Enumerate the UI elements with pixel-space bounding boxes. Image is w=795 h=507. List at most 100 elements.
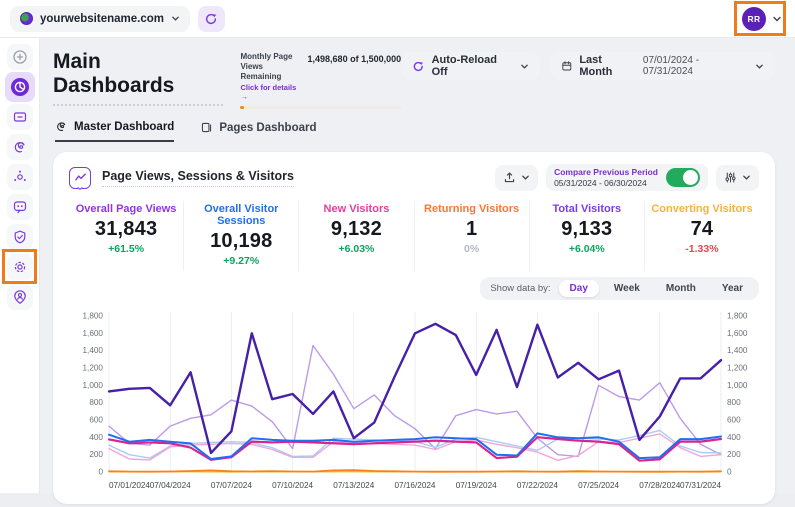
svg-text:1,000: 1,000 [83, 381, 104, 390]
svg-text:07/13/2024: 07/13/2024 [333, 481, 374, 490]
chevron-down-icon [520, 62, 529, 71]
quota-block: Monthly Page Views Remaining Click for d… [240, 52, 401, 109]
svg-text:0: 0 [98, 468, 103, 477]
calendar-icon [561, 60, 573, 72]
quota-progress-bar [240, 106, 401, 109]
spiral-icon [7, 134, 33, 160]
tab-pages-dashboard[interactable]: Pages Dashboard [200, 120, 316, 142]
chevron-down-icon[interactable] [772, 14, 781, 23]
quota-details-link[interactable]: Click for details → [240, 83, 299, 101]
svg-text:800: 800 [727, 398, 741, 407]
svg-text:07/04/2024: 07/04/2024 [150, 481, 191, 490]
svg-text:1,200: 1,200 [727, 364, 748, 373]
granularity-year[interactable]: Year [711, 280, 754, 297]
svg-text:600: 600 [727, 416, 741, 425]
chat-bubble-icon [7, 194, 33, 220]
svg-text:1,600: 1,600 [727, 329, 748, 338]
pages-icon [200, 121, 213, 134]
metric-total-visitors[interactable]: Total Visitors 9,133 +6.04% [529, 201, 644, 271]
export-icon [503, 171, 516, 184]
chevron-down-icon [171, 14, 180, 23]
metric-overall-visitor-sessions[interactable]: Overall Visitor Sessions 10,198 +9.27% [183, 201, 298, 271]
tab-master-dashboard[interactable]: Master Dashboard [55, 120, 174, 142]
svg-text:07/19/2024: 07/19/2024 [456, 481, 497, 490]
chevron-down-icon [521, 173, 530, 182]
compare-label: Compare Previous Period [554, 167, 658, 178]
svg-text:07/16/2024: 07/16/2024 [395, 481, 436, 490]
sliders-icon [724, 171, 737, 184]
quota-progress-fill [240, 106, 243, 109]
svg-text:1,200: 1,200 [83, 364, 104, 373]
sidebar-item-heatmaps[interactable] [0, 162, 40, 192]
quota-label: Monthly Page Views Remaining [240, 52, 299, 82]
dashboard-pie-icon [5, 72, 35, 102]
gear-icon [7, 254, 33, 280]
sidebar-item-security[interactable] [0, 222, 40, 252]
granularity-day[interactable]: Day [559, 280, 599, 297]
sidebar-item-feedback[interactable] [0, 192, 40, 222]
topbar: yourwebsitename.com RR [0, 0, 795, 38]
export-dropdown[interactable] [495, 165, 538, 191]
tab-label: Master Dashboard [74, 121, 174, 133]
svg-text:400: 400 [727, 433, 741, 442]
site-name: yourwebsitename.com [40, 13, 164, 25]
dashboard-tabs: Master Dashboard Pages Dashboard [53, 120, 775, 142]
compare-range: 05/31/2024 - 06/30/2024 [554, 178, 658, 188]
svg-text:07/07/2024: 07/07/2024 [211, 481, 252, 490]
granularity-week[interactable]: Week [603, 280, 651, 297]
chart-settings-dropdown[interactable] [716, 165, 759, 191]
svg-text:400: 400 [89, 433, 103, 442]
sidebar-item-visitors[interactable] [0, 282, 40, 312]
site-selector[interactable]: yourwebsitename.com [10, 6, 190, 32]
open-site-button[interactable] [198, 6, 225, 32]
avatar[interactable]: RR [742, 7, 766, 31]
metric-overall-page-views[interactable]: Overall Page Views 31,843 +61.5% [69, 201, 183, 271]
chevron-down-icon [755, 62, 764, 71]
svg-text:800: 800 [89, 398, 103, 407]
shield-check-icon [7, 224, 33, 250]
svg-text:07/01/2024: 07/01/2024 [109, 481, 150, 490]
spiral-icon [55, 120, 68, 133]
chevron-down-icon [742, 173, 751, 182]
show-data-by-control: Show data by: Day Week Month Year [480, 277, 759, 300]
svg-text:1,000: 1,000 [727, 381, 748, 390]
sidebar-item-email[interactable] [0, 102, 40, 132]
auto-reload-label: Auto-Reload Off [432, 54, 513, 78]
chevron-down-icon [76, 179, 84, 197]
sidebar [0, 38, 40, 493]
card-title: Page Views, Sessions & Visitors [102, 169, 294, 187]
line-chart[interactable]: 07/01/202407/04/2024 07/07/2024 07/10/2024… [69, 304, 759, 507]
metric-new-visitors[interactable]: New Visitors 9,132 +6.03% [298, 201, 413, 271]
date-range-picker[interactable]: Last Month 07/01/2024 - 07/31/2024 [550, 52, 775, 80]
sidebar-item-recordings[interactable] [0, 132, 40, 162]
metrics-row: Overall Page Views 31,843 +61.5% Overall… [69, 201, 759, 271]
tab-label: Pages Dashboard [219, 122, 316, 134]
svg-text:1,800: 1,800 [727, 312, 748, 321]
chart-card: Page Views, Sessions & Visitors C [53, 152, 775, 504]
auto-reload-dropdown[interactable]: Auto-Reload Off [401, 52, 540, 80]
target-dots-icon [7, 164, 33, 190]
main-content: Main Dashboards Monthly Page Views Remai… [40, 38, 795, 493]
app-window: yourwebsitename.com RR [0, 0, 795, 493]
sidebar-item-dashboards[interactable] [0, 72, 40, 102]
svg-text:07/28/2024: 07/28/2024 [639, 481, 680, 490]
svg-text:07/10/2024: 07/10/2024 [272, 481, 313, 490]
svg-text:600: 600 [89, 416, 103, 425]
svg-text:1,600: 1,600 [83, 329, 104, 338]
svg-text:07/22/2024: 07/22/2024 [517, 481, 558, 490]
chart-widget-icon[interactable] [69, 167, 91, 189]
compare-toggle[interactable] [666, 168, 700, 187]
svg-text:1,400: 1,400 [727, 346, 748, 355]
svg-text:200: 200 [727, 450, 741, 459]
site-favicon-icon [20, 12, 33, 25]
page-title: Main Dashboards [53, 50, 223, 106]
compare-previous-period: Compare Previous Period 05/31/2024 - 06/… [546, 164, 708, 191]
sidebar-item-settings[interactable] [0, 252, 40, 282]
granularity-month[interactable]: Month [655, 280, 707, 297]
svg-text:1,400: 1,400 [83, 346, 104, 355]
svg-text:1,800: 1,800 [83, 312, 104, 321]
sidebar-item-add[interactable] [0, 42, 40, 72]
show-data-by-label: Show data by: [490, 283, 550, 294]
metric-returning-visitors[interactable]: Returning Visitors 1 0% [414, 201, 529, 271]
metric-converting-visitors[interactable]: Converting Visitors 74 -1.33% [644, 201, 759, 271]
